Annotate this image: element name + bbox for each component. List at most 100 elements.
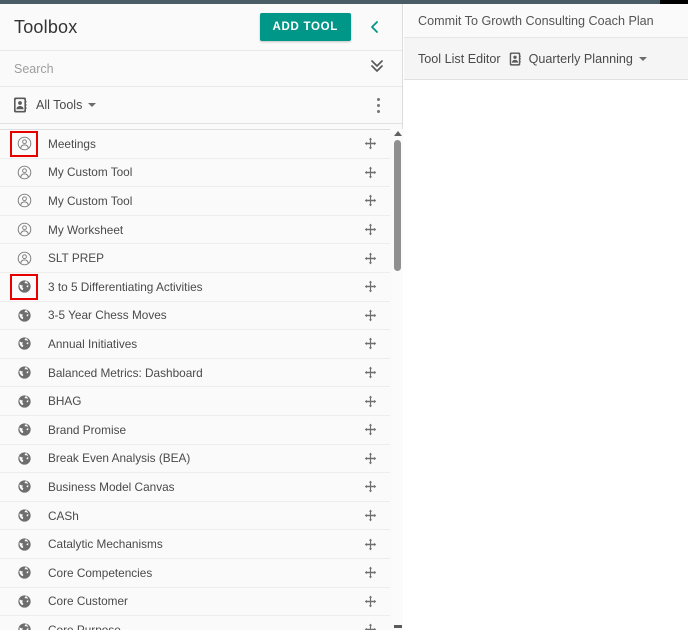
tool-list-item[interactable]: 3-5 Year Chess Moves [0,301,390,331]
move-arrows-icon[interactable] [350,566,390,579]
tool-list-item[interactable]: Balanced Metrics: Dashboard [0,358,390,388]
tool-list-item-label: SLT PREP [48,251,104,266]
tool-filter-row[interactable]: All Tools [0,87,402,124]
plan-title-row: Commit To Growth Consulting Coach Plan [404,4,688,38]
kebab-dot [376,97,380,101]
contact-card-icon [508,51,522,67]
tool-list-item-label: Catalytic Mechanisms [48,537,163,552]
tool-list-item[interactable]: Annual Initiatives [0,330,390,359]
plan-panel: Commit To Growth Consulting Coach Plan T… [404,4,688,630]
kebab-menu-icon[interactable] [368,94,388,116]
tool-list-item[interactable]: My Worksheet [0,215,390,245]
tool-list-item-label: Core Competencies [48,565,153,580]
tool-list-item-label: Core Purpose [48,622,121,630]
add-tool-button[interactable]: ADD TOOL [259,13,351,41]
tool-list-item[interactable]: Core Purpose [0,616,390,630]
move-arrows-icon[interactable] [350,595,390,608]
move-arrows-icon[interactable] [350,252,390,265]
tool-list-item[interactable]: Core Customer [0,587,390,617]
globe-icon [12,362,36,384]
double-chevron-down-icon [368,57,386,80]
tool-list-item[interactable]: Catalytic Mechanisms [0,530,390,559]
expand-filters-button[interactable] [364,56,390,82]
caret-down-icon [88,103,97,107]
tool-list-editor-label: Tool List Editor [418,51,501,66]
plan-body-empty-area [404,80,688,630]
scrollbar-down-marker[interactable] [394,625,402,628]
move-arrows-icon[interactable] [350,309,390,322]
move-arrows-icon[interactable] [350,623,390,630]
tool-rows-container: Meetings My Custom Tool My Custom Tool My W… [0,130,403,630]
move-arrows-icon[interactable] [350,509,390,522]
move-arrows-icon[interactable] [350,137,390,150]
tool-list-scrollbar[interactable] [392,129,403,630]
tool-list-item-label: Annual Initiatives [48,336,138,351]
tool-filter-label: All Tools [36,98,83,112]
tool-list-item[interactable]: 3 to 5 Differentiating Activities [0,272,390,302]
tool-list-item[interactable]: My Custom Tool [0,158,390,188]
tool-list-item-label: Brand Promise [48,422,127,437]
search-input[interactable] [14,61,364,76]
plan-title: Commit To Growth Consulting Coach Plan [418,13,654,28]
tool-list-item-label: CASh [48,508,79,523]
globe-icon [12,419,36,441]
globe-icon [12,619,36,630]
scrollbar-thumb[interactable] [394,140,401,271]
globe-icon [12,590,36,612]
move-arrows-icon[interactable] [350,480,390,493]
move-arrows-icon[interactable] [350,337,390,350]
move-arrows-icon[interactable] [350,223,390,236]
tool-list-item[interactable]: My Custom Tool [0,187,390,216]
globe-icon [12,562,36,584]
tool-list: Meetings My Custom Tool My Custom Tool My W… [0,129,403,630]
account-circle-icon [12,161,36,183]
tool-list-item-label: 3 to 5 Differentiating Activities [48,279,203,294]
globe-icon [12,390,36,412]
caret-down-icon[interactable] [638,56,647,61]
tool-list-item[interactable]: CASh [0,501,390,531]
triangle-up-icon[interactable] [394,131,402,136]
search-row [0,51,402,87]
account-circle-icon [10,130,38,157]
move-arrows-icon[interactable] [350,166,390,179]
account-circle-icon [12,219,36,241]
move-arrows-icon[interactable] [350,395,390,408]
tool-list-item[interactable]: Break Even Analysis (BEA) [0,444,390,474]
toolbox-panel: Toolbox ADD TOOL Search All Tools Meetin… [0,4,403,630]
move-arrows-icon[interactable] [350,452,390,465]
collapse-panel-button[interactable] [360,12,390,42]
chevron-left-icon [368,19,382,35]
tool-list-item-label: 3-5 Year Chess Moves [48,308,167,323]
tool-list-item-label: My Custom Tool [48,193,133,208]
globe-icon [12,447,36,469]
tool-list-item[interactable]: Business Model Canvas [0,473,390,502]
globe-icon [12,304,36,326]
tool-list-item-label: Break Even Analysis (BEA) [48,451,191,466]
globe-icon [12,533,36,555]
tool-list-item-label: BHAG [48,394,82,409]
account-circle-icon [12,190,36,212]
move-arrows-icon[interactable] [350,423,390,436]
tool-list-item-label: Business Model Canvas [48,479,175,494]
tool-list-item-label: Balanced Metrics: Dashboard [48,365,203,380]
tool-list-item[interactable]: Brand Promise [0,415,390,445]
move-arrows-icon[interactable] [350,366,390,379]
move-arrows-icon[interactable] [350,538,390,551]
globe-icon [12,333,36,355]
tool-list-item[interactable]: Core Competencies [0,558,390,588]
tool-list-item-label: My Custom Tool [48,165,133,180]
toolbox-header: Toolbox ADD TOOL [0,4,402,51]
tool-list-editor-row: Tool List Editor Quarterly Planning [404,38,688,80]
contact-card-icon [12,96,28,114]
account-circle-icon [12,247,36,269]
selected-tool-list-name[interactable]: Quarterly Planning [529,52,633,66]
kebab-dot [376,103,380,107]
move-arrows-icon[interactable] [350,280,390,293]
move-arrows-icon[interactable] [350,194,390,207]
app-root: Toolbox ADD TOOL Search All Tools Meetin… [0,0,688,630]
tool-list-item[interactable]: BHAG [0,387,390,416]
globe-icon [10,273,38,300]
tool-list-item[interactable]: SLT PREP [0,244,390,273]
tool-list-item[interactable]: Meetings [0,130,390,159]
tool-list-item-label: Meetings [48,136,96,151]
